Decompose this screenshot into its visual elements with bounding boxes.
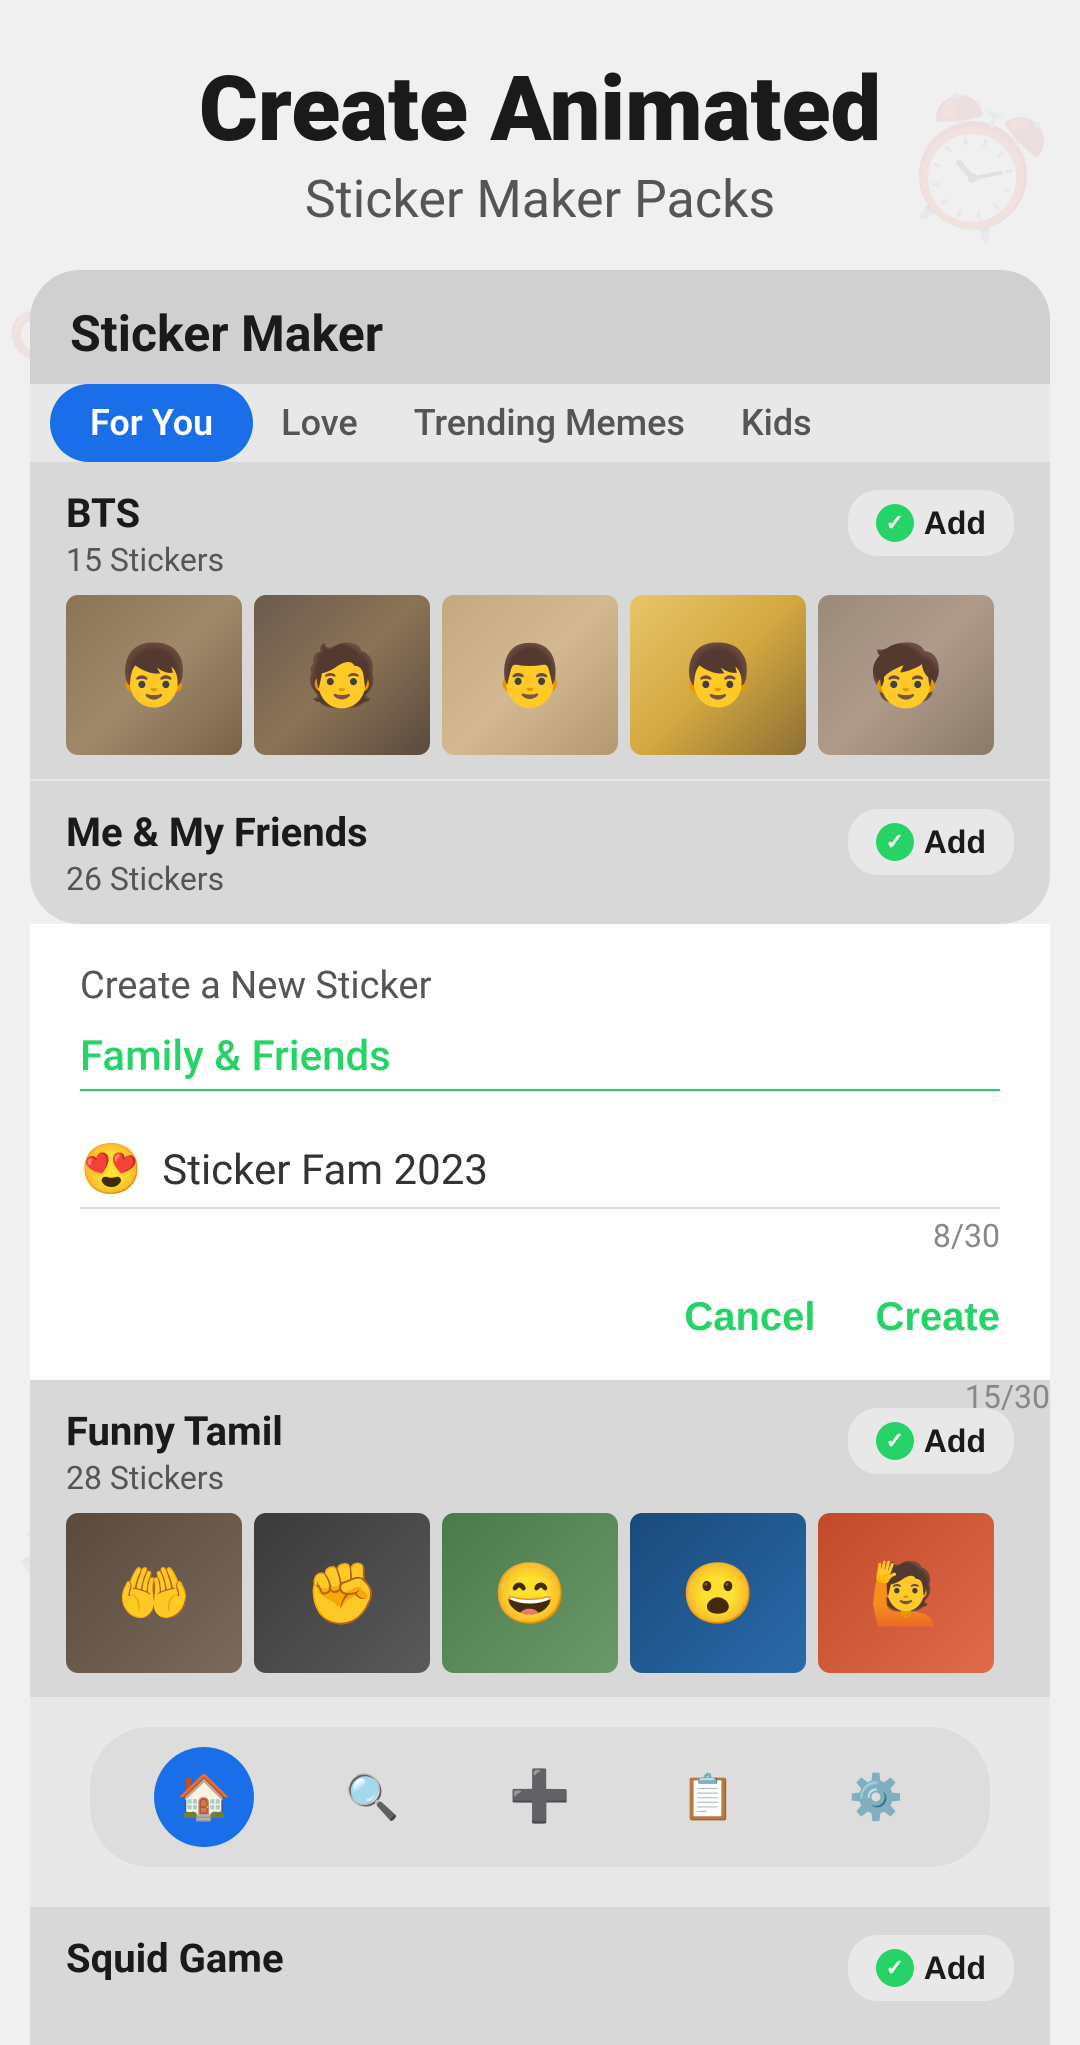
pack-name-friends: Me & My Friends <box>66 809 368 856</box>
sticker-pack-squid: Squid Game ✓ Add <box>30 1907 1050 2045</box>
packs-icon: 📋 <box>681 1771 736 1823</box>
create-sticker-dialog: Create a New Sticker Family & Friends 15… <box>30 924 1050 1380</box>
tab-love[interactable]: Love <box>253 384 386 462</box>
pack-count-funny: 28 Stickers <box>66 1459 283 1497</box>
tab-trending-memes[interactable]: Trending Memes <box>386 384 713 462</box>
thumb-bts-2: 🧑 <box>254 595 430 755</box>
tab-kids[interactable]: Kids <box>713 384 840 462</box>
sticker-thumbs-funny: 🤲 ✊ 😄 😮 🙋 <box>66 1513 1014 1673</box>
pack-count-friends: 26 Stickers <box>66 860 368 898</box>
nav-settings[interactable]: ⚙️ <box>826 1747 926 1847</box>
sticker-pack-bts: BTS 15 Stickers ✓ Add 👦 🧑 👨 <box>30 462 1050 779</box>
input-group-2: 😍 Sticker Fam 2023 8/30 <box>80 1141 1000 1255</box>
pack-name-bts: BTS <box>66 490 224 537</box>
search-icon: 🔍 <box>345 1771 400 1823</box>
thumb-bts-3: 👨 <box>442 595 618 755</box>
pack-count-bts: 15 Stickers <box>66 541 224 579</box>
thumb-funny-4: 😮 <box>630 1513 806 1673</box>
thumb-funny-1: 🤲 <box>66 1513 242 1673</box>
whatsapp-icon-squid: ✓ <box>876 1949 914 1987</box>
thumb-funny-2: ✊ <box>254 1513 430 1673</box>
thumb-bts-5: 🧒 <box>818 595 994 755</box>
pack-name-counter: 8/30 <box>80 1217 1000 1255</box>
add-button-bts[interactable]: ✓ Add <box>848 490 1014 556</box>
whatsapp-icon-funny: ✓ <box>876 1422 914 1460</box>
page-title: Create Animated <box>40 60 1040 159</box>
add-button-friends[interactable]: ✓ Add <box>848 809 1014 875</box>
sticker-pack-funny: Funny Tamil 28 Stickers ✓ Add 🤲 ✊ 😄 <box>30 1380 1050 1697</box>
add-icon: ➕ <box>509 1768 571 1826</box>
nav-search[interactable]: 🔍 <box>322 1747 422 1847</box>
cancel-button[interactable]: Cancel <box>684 1295 815 1340</box>
home-icon: 🏠 <box>177 1771 232 1823</box>
input-group-1: Family & Friends 15/30 <box>80 1032 1000 1091</box>
tab-for-you[interactable]: For You <box>50 384 253 462</box>
sticker-pack-name-input[interactable]: Sticker Fam 2023 <box>162 1146 1000 1195</box>
sticker-emoji[interactable]: 😍 <box>80 1141 142 1199</box>
whatsapp-icon-friends: ✓ <box>876 823 914 861</box>
nav-add[interactable]: ➕ <box>490 1747 590 1847</box>
settings-icon: ⚙️ <box>849 1771 904 1823</box>
app-header: Sticker Maker <box>30 270 1050 384</box>
thumb-funny-3: 😄 <box>442 1513 618 1673</box>
phone-mockup: Sticker Maker For You Love Trending Meme… <box>30 270 1050 924</box>
dialog-buttons: Cancel Create <box>80 1295 1000 1340</box>
add-button-squid[interactable]: ✓ Add <box>848 1935 1014 2001</box>
app-title: Sticker Maker <box>70 306 1010 364</box>
pack-name-funny: Funny Tamil <box>66 1408 283 1455</box>
whatsapp-icon-bts: ✓ <box>876 504 914 542</box>
sticker-name-input[interactable]: Family & Friends <box>80 1032 1000 1081</box>
phone-mockup-bottom: Funny Tamil 28 Stickers ✓ Add 🤲 ✊ 😄 <box>30 1380 1050 2045</box>
thumb-bts-4: 👦 <box>630 595 806 755</box>
sticker-name-counter: 15/30 <box>965 1378 1050 1416</box>
thumb-funny-5: 🙋 <box>818 1513 994 1673</box>
nav-packs[interactable]: 📋 <box>658 1747 758 1847</box>
pack-name-squid: Squid Game <box>66 1935 284 1982</box>
bottom-nav: 🏠 🔍 ➕ 📋 ⚙️ <box>90 1727 990 1867</box>
bottom-nav-wrapper: 🏠 🔍 ➕ 📋 ⚙️ <box>30 1697 1050 1907</box>
nav-home[interactable]: 🏠 <box>154 1747 254 1847</box>
page-subtitle: Sticker Maker Packs <box>40 169 1040 230</box>
create-button[interactable]: Create <box>875 1295 1000 1340</box>
sticker-thumbs-bts: 👦 🧑 👨 👦 🧒 <box>66 595 1014 755</box>
thumb-bts-1: 👦 <box>66 595 242 755</box>
dialog-title: Create a New Sticker <box>80 964 1000 1008</box>
add-button-funny[interactable]: ✓ Add <box>848 1408 1014 1474</box>
tab-bar: For You Love Trending Memes Kids <box>30 384 1050 462</box>
sticker-pack-friends: Me & My Friends 26 Stickers ✓ Add <box>30 781 1050 924</box>
